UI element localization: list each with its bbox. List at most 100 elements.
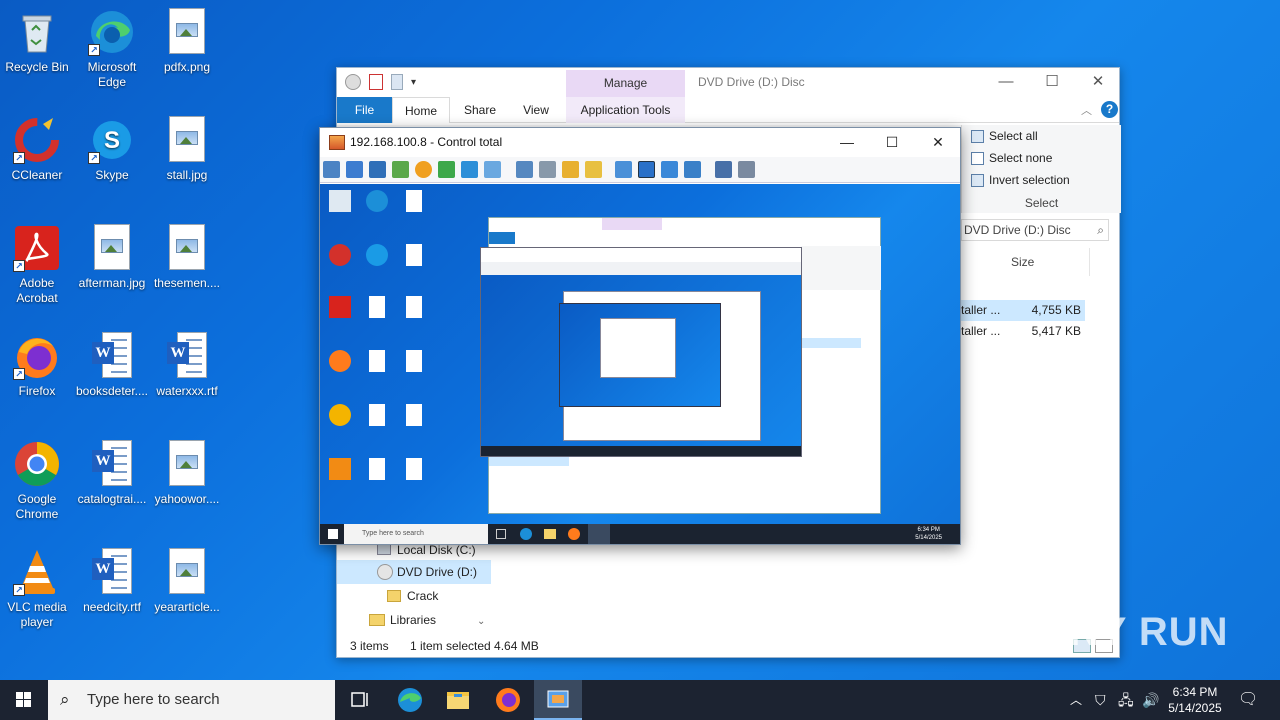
select-none-button[interactable]: Select none <box>971 151 1052 165</box>
address-bar[interactable]: DVD Drive (D:) Disc ⌕ <box>961 219 1109 241</box>
invert-selection-button[interactable]: Invert selection <box>971 173 1070 187</box>
select-none-icon <box>971 152 984 165</box>
minimize-button[interactable]: — <box>983 68 1029 97</box>
nested-remote-titlebar <box>481 248 801 262</box>
properties-icon[interactable] <box>369 74 383 90</box>
phone-icon[interactable] <box>461 161 478 178</box>
task-view-button[interactable] <box>336 680 384 720</box>
windows-start-icon[interactable] <box>328 529 338 539</box>
desktop-icon-edge[interactable]: ↗ Microsoft Edge <box>75 8 149 90</box>
desktop-icon-file[interactable]: thesemen.... <box>150 224 224 291</box>
remote-app-taskbar-icon[interactable] <box>588 524 610 544</box>
taskbar-edge[interactable] <box>386 680 434 720</box>
search-placeholder: Type here to search <box>87 691 220 708</box>
chevron-down-icon[interactable]: ▾ <box>411 77 416 88</box>
desktop-icon-ccleaner[interactable]: ↗ CCleaner <box>0 116 74 183</box>
console-icon[interactable] <box>369 161 386 178</box>
help-icon[interactable]: ? <box>1101 101 1118 118</box>
new-folder-icon[interactable] <box>391 74 403 90</box>
scale-icon[interactable] <box>638 161 655 178</box>
zoom-icon[interactable] <box>684 161 701 178</box>
edge-icon[interactable] <box>520 528 532 540</box>
scroll-down-icon[interactable]: ⌄ <box>477 616 485 627</box>
desktop-icon-file[interactable]: pdfx.png <box>150 8 224 75</box>
screenshot-icon[interactable] <box>715 161 732 178</box>
desktop-icon-file[interactable]: yahoowor.... <box>150 440 224 507</box>
desktop-icon-file[interactable]: W booksdeter.... <box>75 332 149 399</box>
remote-desktop-icon <box>357 458 397 482</box>
desktop-icon-recycle-bin[interactable]: Recycle Bin <box>0 8 74 75</box>
lock-icon[interactable] <box>562 161 579 178</box>
tab-application-tools[interactable]: Application Tools <box>566 97 685 123</box>
show-hidden-icons[interactable]: ︿ <box>1070 680 1082 720</box>
nav-item-libraries[interactable]: Libraries <box>337 608 491 632</box>
search-icon[interactable]: ⌕ <box>1097 220 1104 240</box>
taskbar-firefox[interactable] <box>484 680 532 720</box>
close-button[interactable]: ✕ <box>915 128 961 157</box>
select-all-button[interactable]: Select all <box>971 129 1038 143</box>
download-icon[interactable] <box>516 161 533 178</box>
column-size[interactable]: Size <box>1011 255 1034 269</box>
volume-icon[interactable]: 🔊 <box>1142 680 1159 720</box>
desktop-icon-file[interactable]: stall.jpg <box>150 116 224 183</box>
tab-file[interactable]: File <box>337 97 392 123</box>
maximize-button[interactable]: ☐ <box>1029 68 1075 97</box>
transfer-icon[interactable] <box>392 161 409 178</box>
firefox-icon[interactable] <box>568 528 580 540</box>
collapse-ribbon-icon[interactable]: ︿ <box>1081 102 1092 118</box>
column-headers: Size <box>961 248 1121 276</box>
taskbar-remote-control[interactable] <box>534 680 582 720</box>
upload-icon[interactable] <box>585 161 602 178</box>
remote-desktop-view[interactable]: Type here to search 6:34 PM 5/14/2025 <box>320 184 960 544</box>
taskbar-clock[interactable]: 6:34 PM 5/14/2025 <box>1158 684 1232 716</box>
shortcut-arrow-icon: ↗ <box>13 368 25 380</box>
desktop-icon-label: yahoowor.... <box>154 492 220 506</box>
remote-desktop-icon <box>357 296 397 320</box>
task-view-icon[interactable] <box>496 529 506 539</box>
minimize-button[interactable]: — <box>824 128 870 157</box>
screen-icon[interactable] <box>323 161 340 178</box>
network-icon[interactable] <box>539 161 556 178</box>
settings-icon[interactable] <box>738 161 755 178</box>
file-size: 5,417 KB <box>1031 324 1081 338</box>
tab-view[interactable]: View <box>513 97 559 123</box>
message-icon[interactable] <box>484 161 501 178</box>
security-icon[interactable]: ⛉ <box>1095 680 1106 720</box>
tab-share[interactable]: Share <box>457 97 503 123</box>
nav-item-dvd-drive[interactable]: DVD Drive (D:) <box>337 560 491 584</box>
remote-desktop-icon <box>394 244 434 268</box>
file-row[interactable]: taller ... 5,417 KB <box>961 321 1085 342</box>
desktop-icon-acrobat[interactable]: ↗ Adobe Acrobat <box>0 224 74 306</box>
drive-icon <box>345 74 361 90</box>
desktop-icon-vlc[interactable]: ↗ VLC media player <box>0 548 74 630</box>
fullscreen-icon[interactable] <box>661 161 678 178</box>
start-button[interactable] <box>0 680 48 720</box>
edge-icon <box>366 190 388 212</box>
taskbar-file-explorer[interactable] <box>434 680 482 720</box>
desktop-icon-file[interactable]: afterman.jpg <box>75 224 149 291</box>
chat-icon[interactable] <box>438 161 455 178</box>
file-row[interactable]: taller ... 4,755 KB <box>961 300 1085 321</box>
power-icon[interactable] <box>415 161 432 178</box>
image-file-icon <box>406 404 422 426</box>
network-icon[interactable]: 🖧 <box>1118 680 1134 720</box>
file-explorer-icon[interactable] <box>544 529 556 539</box>
desktop-icon-chrome[interactable]: Google Chrome <box>0 440 74 522</box>
desktop-icon-file[interactable]: yeararticle... <box>150 548 224 615</box>
nested-ribbon <box>801 246 881 290</box>
remote-search-box[interactable]: Type here to search <box>344 524 488 544</box>
desktop-icon-skype[interactable]: S ↗ Skype <box>75 116 149 183</box>
recycle-bin-icon <box>329 190 351 212</box>
desktop-icon-firefox[interactable]: ↗ Firefox <box>0 332 74 399</box>
close-button[interactable]: ✕ <box>1075 68 1121 97</box>
desktop-icon-file[interactable]: W waterxxx.rtf <box>150 332 224 399</box>
tab-home[interactable]: Home <box>392 97 450 123</box>
fit-screen-icon[interactable] <box>615 161 632 178</box>
notifications-icon[interactable]: 🗨 <box>1238 680 1258 720</box>
maximize-button[interactable]: ☐ <box>869 128 915 157</box>
desktop-icon-file[interactable]: W needcity.rtf <box>75 548 149 615</box>
desktop-icon-file[interactable]: W catalogtrai.... <box>75 440 149 507</box>
taskbar-search-box[interactable]: ⌕ Type here to search <box>48 680 335 720</box>
nav-item-crack[interactable]: Crack <box>337 584 491 608</box>
window-icon[interactable] <box>346 161 363 178</box>
